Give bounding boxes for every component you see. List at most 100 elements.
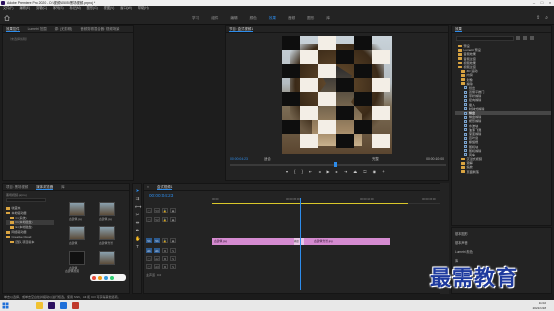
media-search-input[interactable] <box>6 198 46 202</box>
tab-audio-clip-mixer[interactable]: 音频剪辑混合器: 视频场景 <box>80 26 119 32</box>
step-forward-icon[interactable]: ▸ <box>336 169 338 174</box>
floating-toolbar[interactable] <box>90 274 126 281</box>
ripple-edit-tool-icon[interactable]: ⟷ <box>135 204 141 209</box>
type-tool-icon[interactable]: T <box>135 244 140 249</box>
media-thumbnail[interactable] <box>99 226 115 240</box>
program-monitor-title[interactable]: 节目: 盒式视频1 <box>229 26 254 32</box>
workspace-tab-libraries[interactable]: 库 <box>326 14 330 22</box>
windows-start-icon[interactable] <box>2 302 9 309</box>
timeline-clip[interactable]: 古建筑雪景.jpg <box>300 238 390 245</box>
essential-sound-tab[interactable]: 基本声音 <box>455 240 468 245</box>
system-clock[interactable]: 11:02 2021/1/18 <box>533 301 546 310</box>
workspace-tab-editing[interactable]: 编辑 <box>230 14 237 22</box>
sequence-timecode[interactable]: 00:00:04:23 <box>149 193 173 198</box>
track-target-toggle[interactable]: ▢ <box>146 217 152 222</box>
sequence-tab[interactable]: 盒式视频1 <box>156 184 173 190</box>
media-tree-item[interactable]: 团队 项目版本 <box>6 240 54 245</box>
32bit-filter-icon[interactable] <box>523 36 527 40</box>
add-marker-icon[interactable]: ▾ <box>286 169 288 174</box>
go-to-out-icon[interactable]: ⇥ <box>344 169 348 174</box>
playhead-timecode[interactable]: 00:00:04:23 <box>230 155 248 163</box>
media-thumbnail[interactable] <box>99 202 115 216</box>
tab-effect-controls[interactable]: 效果控件 <box>6 26 20 32</box>
tab-project[interactable]: 项目: 黑场视频 <box>6 184 28 190</box>
workspace-tab-color[interactable]: 颜色 <box>250 14 257 22</box>
extract-icon[interactable]: ⏍ <box>363 169 366 174</box>
lock-icon[interactable]: 🔒 <box>162 238 168 243</box>
razor-tool-icon[interactable]: ✂ <box>135 212 140 217</box>
workspace-tab-learn[interactable]: 学习 <box>192 14 199 22</box>
lumetri-color-tab[interactable]: Lumetri 颜色 <box>455 249 473 254</box>
mute-icon[interactable]: M <box>162 256 168 261</box>
pen-icon[interactable] <box>98 275 102 280</box>
premiere-taskbar-icon[interactable] <box>48 302 55 309</box>
yuv-filter-icon[interactable] <box>530 36 534 40</box>
mute-icon[interactable]: M <box>162 264 168 269</box>
mute-icon[interactable]: M <box>162 248 168 253</box>
eye-icon[interactable]: ◉ <box>170 238 176 243</box>
monitor-playhead[interactable] <box>334 162 337 167</box>
app-icon[interactable] <box>72 302 79 309</box>
tab-lumetri-scopes[interactable]: Lumetri 范围 <box>28 26 47 32</box>
solo-icon[interactable]: S <box>170 264 176 269</box>
search-icon[interactable]: ⌕ <box>545 15 548 21</box>
home-icon[interactable] <box>4 15 10 21</box>
tab-source[interactable]: 源: (无剪辑) <box>55 26 73 32</box>
export-frame-icon[interactable]: ◉ <box>373 169 377 174</box>
workspace-tab-graphics[interactable]: 图形 <box>307 14 314 22</box>
media-thumbnail[interactable] <box>69 251 85 265</box>
lock-icon[interactable]: 🔒 <box>162 217 168 222</box>
workspace-tab-effects[interactable]: 效果 <box>269 14 276 22</box>
track-target-toggle[interactable]: ▢ <box>146 264 152 269</box>
timeline-clip[interactable]: 古建筑.jpg <box>212 238 300 245</box>
tab-effects[interactable]: 效果 <box>455 26 462 32</box>
playback-resolution-select[interactable]: 完整 <box>372 155 379 163</box>
media-thumbnail[interactable] <box>99 251 115 265</box>
media-thumbnail[interactable] <box>69 226 85 240</box>
cursor-icon[interactable] <box>104 275 108 280</box>
tab-libraries[interactable]: 库 <box>61 184 64 190</box>
file-explorer-icon[interactable] <box>36 302 43 309</box>
play-icon[interactable]: ▶ <box>327 169 330 174</box>
record-icon[interactable] <box>92 275 96 280</box>
eye-icon[interactable]: ◉ <box>170 217 176 222</box>
mark-in-icon[interactable]: { <box>294 169 295 174</box>
button-editor-icon[interactable]: + <box>382 169 384 174</box>
effects-search-input[interactable] <box>456 36 514 41</box>
eye-icon[interactable]: ◉ <box>170 208 176 213</box>
go-to-in-icon[interactable]: ⇤ <box>309 169 313 174</box>
quick-export-icon[interactable]: ⇪ <box>536 15 540 21</box>
timeline-close-icon[interactable]: × <box>147 184 149 190</box>
hand-tool-icon[interactable]: ✋ <box>135 236 140 241</box>
track-target-toggle[interactable]: ▢ <box>146 256 152 261</box>
mark-out-icon[interactable]: } <box>302 169 303 174</box>
timeline-playhead[interactable] <box>300 198 301 290</box>
tab-media-browser[interactable]: 媒体浏览器 <box>36 184 54 190</box>
slip-tool-icon[interactable]: ⇹ <box>135 220 140 225</box>
lift-icon[interactable]: ⏏ <box>353 169 357 174</box>
track-target-toggle[interactable]: A1 <box>146 248 152 253</box>
workspace-tab-assembly[interactable]: 组件 <box>211 14 218 22</box>
zoom-level-select[interactable]: 适合 <box>264 155 271 163</box>
effects-folder[interactable]: 页面剥落 <box>455 170 551 174</box>
track-target-toggle[interactable]: ▢ <box>146 208 152 213</box>
shape-icon[interactable] <box>110 275 114 280</box>
master-volume-value[interactable]: 0.0 <box>157 273 161 277</box>
essential-graphics-tab[interactable]: 基本图形 <box>455 231 468 236</box>
workspace-tab-audio[interactable]: 音频 <box>288 14 295 22</box>
monitor-scrub-bar[interactable] <box>230 164 446 166</box>
transition-checkerboard[interactable]: 棋盘 <box>294 238 304 245</box>
track-target-toggle[interactable]: V1 <box>146 238 152 243</box>
video-preview[interactable] <box>282 36 392 154</box>
step-back-icon[interactable]: ◂ <box>318 169 320 174</box>
track-select-tool-icon[interactable]: ⇉ <box>135 196 140 201</box>
media-thumbnail[interactable] <box>69 202 85 216</box>
browser-icon[interactable] <box>60 302 67 309</box>
solo-icon[interactable]: S <box>170 248 176 253</box>
pen-tool-icon[interactable]: ✒ <box>135 228 140 233</box>
selection-tool-icon[interactable]: ➤ <box>135 188 140 193</box>
solo-icon[interactable]: S <box>170 256 176 261</box>
accelerated-filter-icon[interactable] <box>516 36 520 40</box>
work-area-bar[interactable] <box>212 203 408 204</box>
lock-icon[interactable]: 🔒 <box>162 208 168 213</box>
